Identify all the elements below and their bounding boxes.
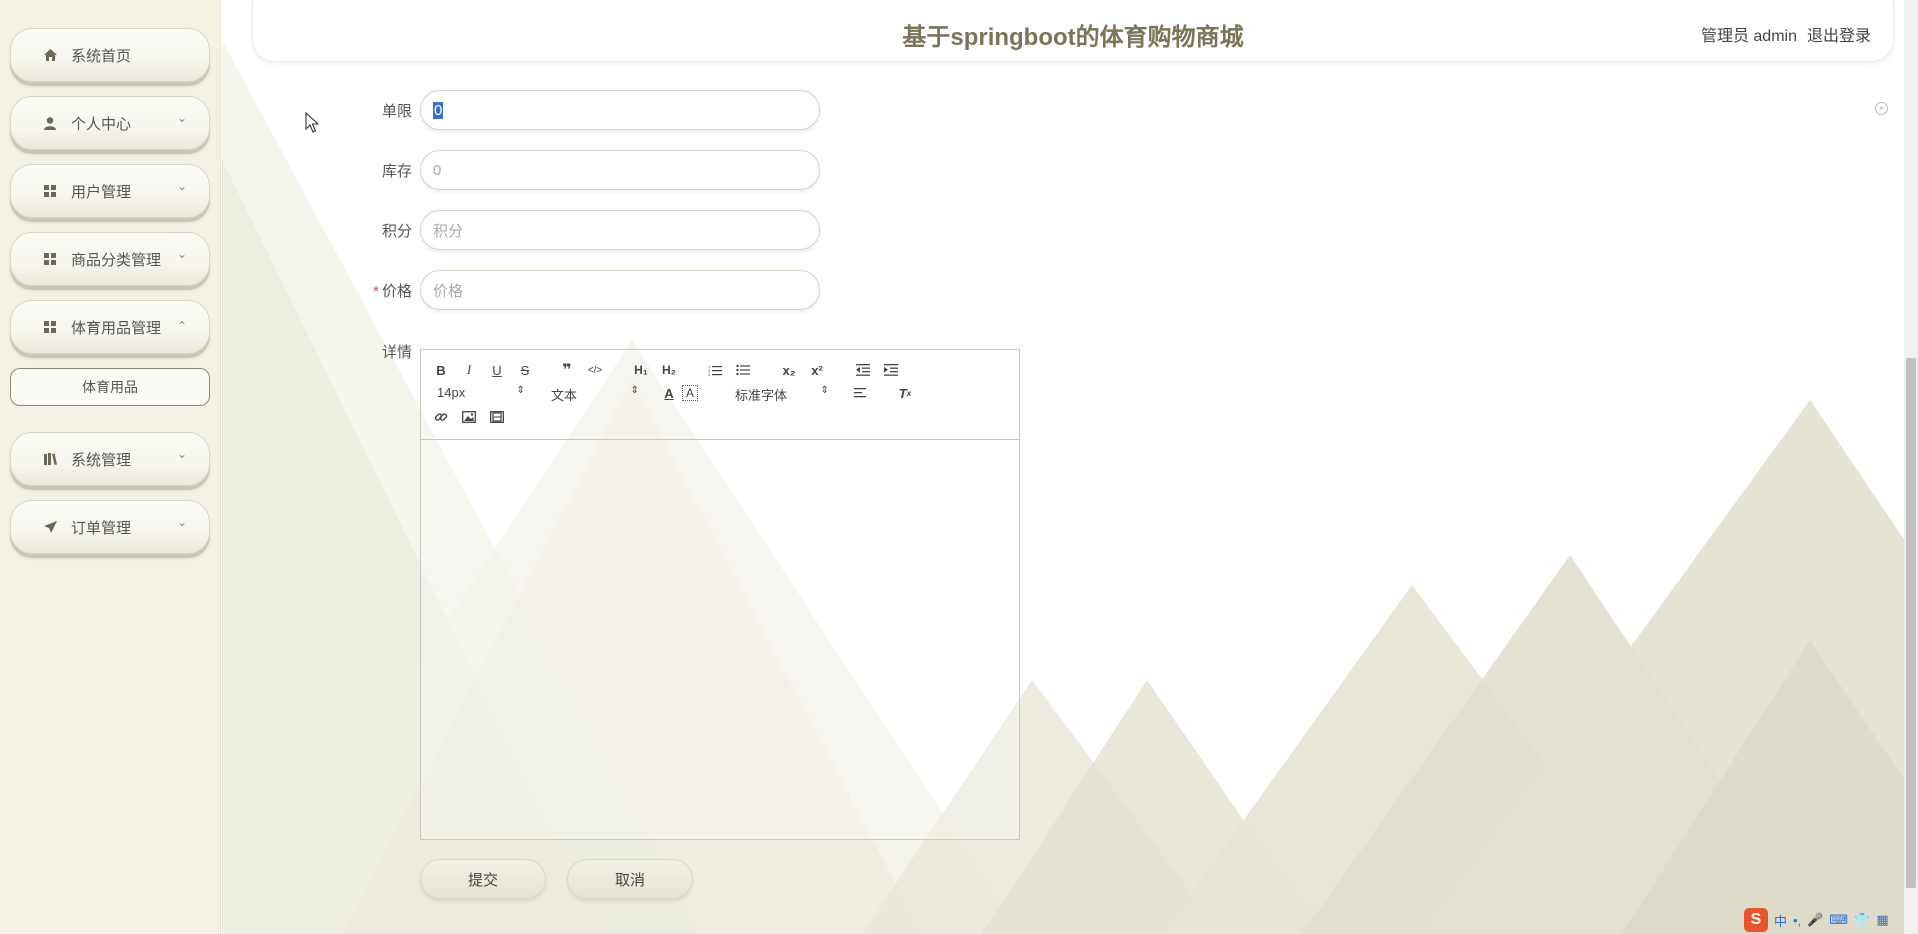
code-icon[interactable]: </> bbox=[585, 360, 605, 380]
sidebar-item-home[interactable]: 系统首页 bbox=[10, 28, 210, 82]
grid-icon bbox=[43, 252, 57, 266]
send-icon bbox=[43, 520, 57, 534]
editor-content-area[interactable] bbox=[421, 440, 1019, 840]
bullet-list-icon[interactable] bbox=[733, 360, 753, 380]
font-family-select[interactable]: 标准字体 ⇕ bbox=[735, 385, 829, 404]
chevron-down-icon: ⌄ bbox=[176, 179, 187, 193]
ime-mode[interactable]: 中 bbox=[1774, 911, 1787, 930]
chevron-up-icon: ⌃ bbox=[176, 319, 187, 333]
font-size-select[interactable]: 14px ⇕ bbox=[437, 385, 525, 400]
mouse-cursor-icon bbox=[305, 112, 319, 133]
apps-icon[interactable]: ▦ bbox=[1876, 912, 1888, 928]
sidebar-item-category-management[interactable]: 商品分类管理 ⌄ bbox=[10, 232, 210, 286]
sidebar-item-label: 用户管理 bbox=[71, 183, 132, 201]
limit-input[interactable]: 0 bbox=[420, 90, 820, 130]
sidebar-item-label: 系统首页 bbox=[71, 47, 132, 65]
font-color-icon[interactable]: A bbox=[659, 383, 679, 403]
sidebar-item-order-management[interactable]: 订单管理 ⌄ bbox=[10, 500, 210, 554]
close-icon[interactable]: × bbox=[1875, 102, 1888, 115]
select-caret-icon: ⇕ bbox=[630, 385, 639, 396]
user-info: 管理员 admin 退出登录 bbox=[1691, 22, 1871, 46]
user-label: 管理员 admin bbox=[1700, 28, 1797, 45]
keyboard-icon[interactable]: ⌨ bbox=[1829, 912, 1848, 928]
user-icon bbox=[43, 116, 57, 130]
required-mark: * bbox=[373, 283, 379, 300]
input-value: 0 bbox=[433, 101, 444, 119]
subscript-icon[interactable]: x₂ bbox=[779, 360, 799, 380]
home-icon bbox=[43, 48, 57, 62]
chevron-down-icon: ⌄ bbox=[176, 447, 187, 461]
select-caret-icon: ⇕ bbox=[516, 385, 525, 396]
h2-icon[interactable]: H₂ bbox=[659, 360, 679, 380]
field-label: 单限 bbox=[381, 103, 412, 120]
chevron-down-icon: ⌄ bbox=[176, 515, 187, 529]
image-icon[interactable] bbox=[459, 407, 479, 427]
clean-format-icon[interactable]: Tx bbox=[895, 383, 915, 403]
sidebar-item-label: 商品分类管理 bbox=[71, 251, 162, 269]
sidebar-item-label: 订单管理 bbox=[71, 519, 132, 537]
field-label: 详情 bbox=[381, 344, 412, 361]
chevron-down-icon: ⌄ bbox=[176, 247, 187, 261]
vertical-scrollbar[interactable] bbox=[1904, 0, 1918, 934]
indent-icon[interactable] bbox=[881, 360, 901, 380]
app-title: 基于springboot的体育购物商城 bbox=[902, 24, 1244, 51]
bold-icon[interactable]: B bbox=[431, 360, 451, 380]
outdent-icon[interactable] bbox=[853, 360, 873, 380]
editor-toolbar: B I U S ❞ </> H₁ H₂ 123 x₂ x² 14px ⇕ 文本 ⇕ bbox=[421, 350, 1019, 440]
sidebar-item-user-management[interactable]: 用户管理 ⌄ bbox=[10, 164, 210, 218]
rich-text-editor: B I U S ❞ </> H₁ H₂ 123 x₂ x² 14px ⇕ 文本 ⇕ bbox=[420, 349, 1020, 840]
stock-input[interactable]: 0 bbox=[420, 150, 820, 190]
points-input[interactable]: 积分 bbox=[420, 210, 820, 250]
input-placeholder: 积分 bbox=[433, 222, 464, 240]
field-label: 库存 bbox=[381, 163, 412, 180]
text-type-select[interactable]: 文本 ⇕ bbox=[551, 385, 639, 404]
scrollbar-thumb[interactable] bbox=[1906, 358, 1916, 888]
cancel-button[interactable]: 取消 bbox=[567, 859, 693, 899]
grid-icon bbox=[43, 184, 57, 198]
video-icon[interactable] bbox=[487, 407, 507, 427]
ordered-list-icon[interactable]: 123 bbox=[705, 360, 725, 380]
grid-icon bbox=[43, 320, 57, 334]
superscript-icon[interactable]: x² bbox=[807, 360, 827, 380]
h1-icon[interactable]: H₁ bbox=[631, 360, 651, 380]
field-label: 积分 bbox=[381, 223, 412, 240]
submit-button[interactable]: 提交 bbox=[420, 859, 546, 899]
field-label: * 价格 bbox=[373, 283, 412, 300]
input-placeholder: 价格 bbox=[433, 282, 464, 300]
italic-icon[interactable]: I bbox=[459, 360, 479, 380]
link-icon[interactable] bbox=[431, 407, 451, 427]
submenu-item-label: 体育用品 bbox=[82, 379, 138, 395]
punctuation-icon[interactable]: •, bbox=[1793, 913, 1801, 928]
price-input[interactable]: 价格 bbox=[420, 270, 820, 310]
sidebar-item-sports-goods-management[interactable]: 体育用品管理 ⌃ bbox=[10, 300, 210, 354]
book-icon bbox=[43, 452, 57, 466]
logout-link[interactable]: 退出登录 bbox=[1807, 28, 1871, 45]
sidebar-item-system-management[interactable]: 系统管理 ⌄ bbox=[10, 432, 210, 486]
shirt-icon[interactable]: 👕 bbox=[1854, 912, 1870, 928]
blockquote-icon[interactable]: ❞ bbox=[557, 360, 577, 380]
sidebar-item-label: 系统管理 bbox=[71, 451, 132, 469]
chevron-down-icon: ⌄ bbox=[176, 111, 187, 125]
ime-toolbar[interactable]: S 中 •, 🎤 ⌨ 👕 ▦ bbox=[1738, 906, 1918, 934]
sidebar: 系统首页 个人中心 ⌄ 用户管理 ⌄ 商品分类管理 ⌄ 体育用品管理 ⌃ 体育用… bbox=[0, 0, 221, 934]
svg-text:3: 3 bbox=[708, 372, 711, 376]
sidebar-item-personal-center[interactable]: 个人中心 ⌄ bbox=[10, 96, 210, 150]
align-icon[interactable] bbox=[851, 383, 871, 403]
main-content: 基于springboot的体育购物商城 管理员 admin 退出登录 × 单限 0… bbox=[222, 0, 1918, 934]
select-caret-icon: ⇕ bbox=[820, 385, 829, 396]
background-color-icon[interactable]: A bbox=[682, 385, 698, 401]
sidebar-item-label: 体育用品管理 bbox=[71, 319, 162, 337]
sogou-logo-icon[interactable]: S bbox=[1744, 908, 1768, 932]
submenu-item-sports-goods[interactable]: 体育用品 bbox=[10, 368, 210, 406]
sidebar-item-label: 个人中心 bbox=[71, 115, 132, 133]
microphone-icon[interactable]: 🎤 bbox=[1807, 912, 1823, 928]
strike-icon[interactable]: S bbox=[515, 360, 535, 380]
top-navbar: 基于springboot的体育购物商城 管理员 admin 退出登录 bbox=[252, 0, 1894, 62]
underline-icon[interactable]: U bbox=[487, 360, 507, 380]
input-placeholder: 0 bbox=[433, 161, 442, 179]
